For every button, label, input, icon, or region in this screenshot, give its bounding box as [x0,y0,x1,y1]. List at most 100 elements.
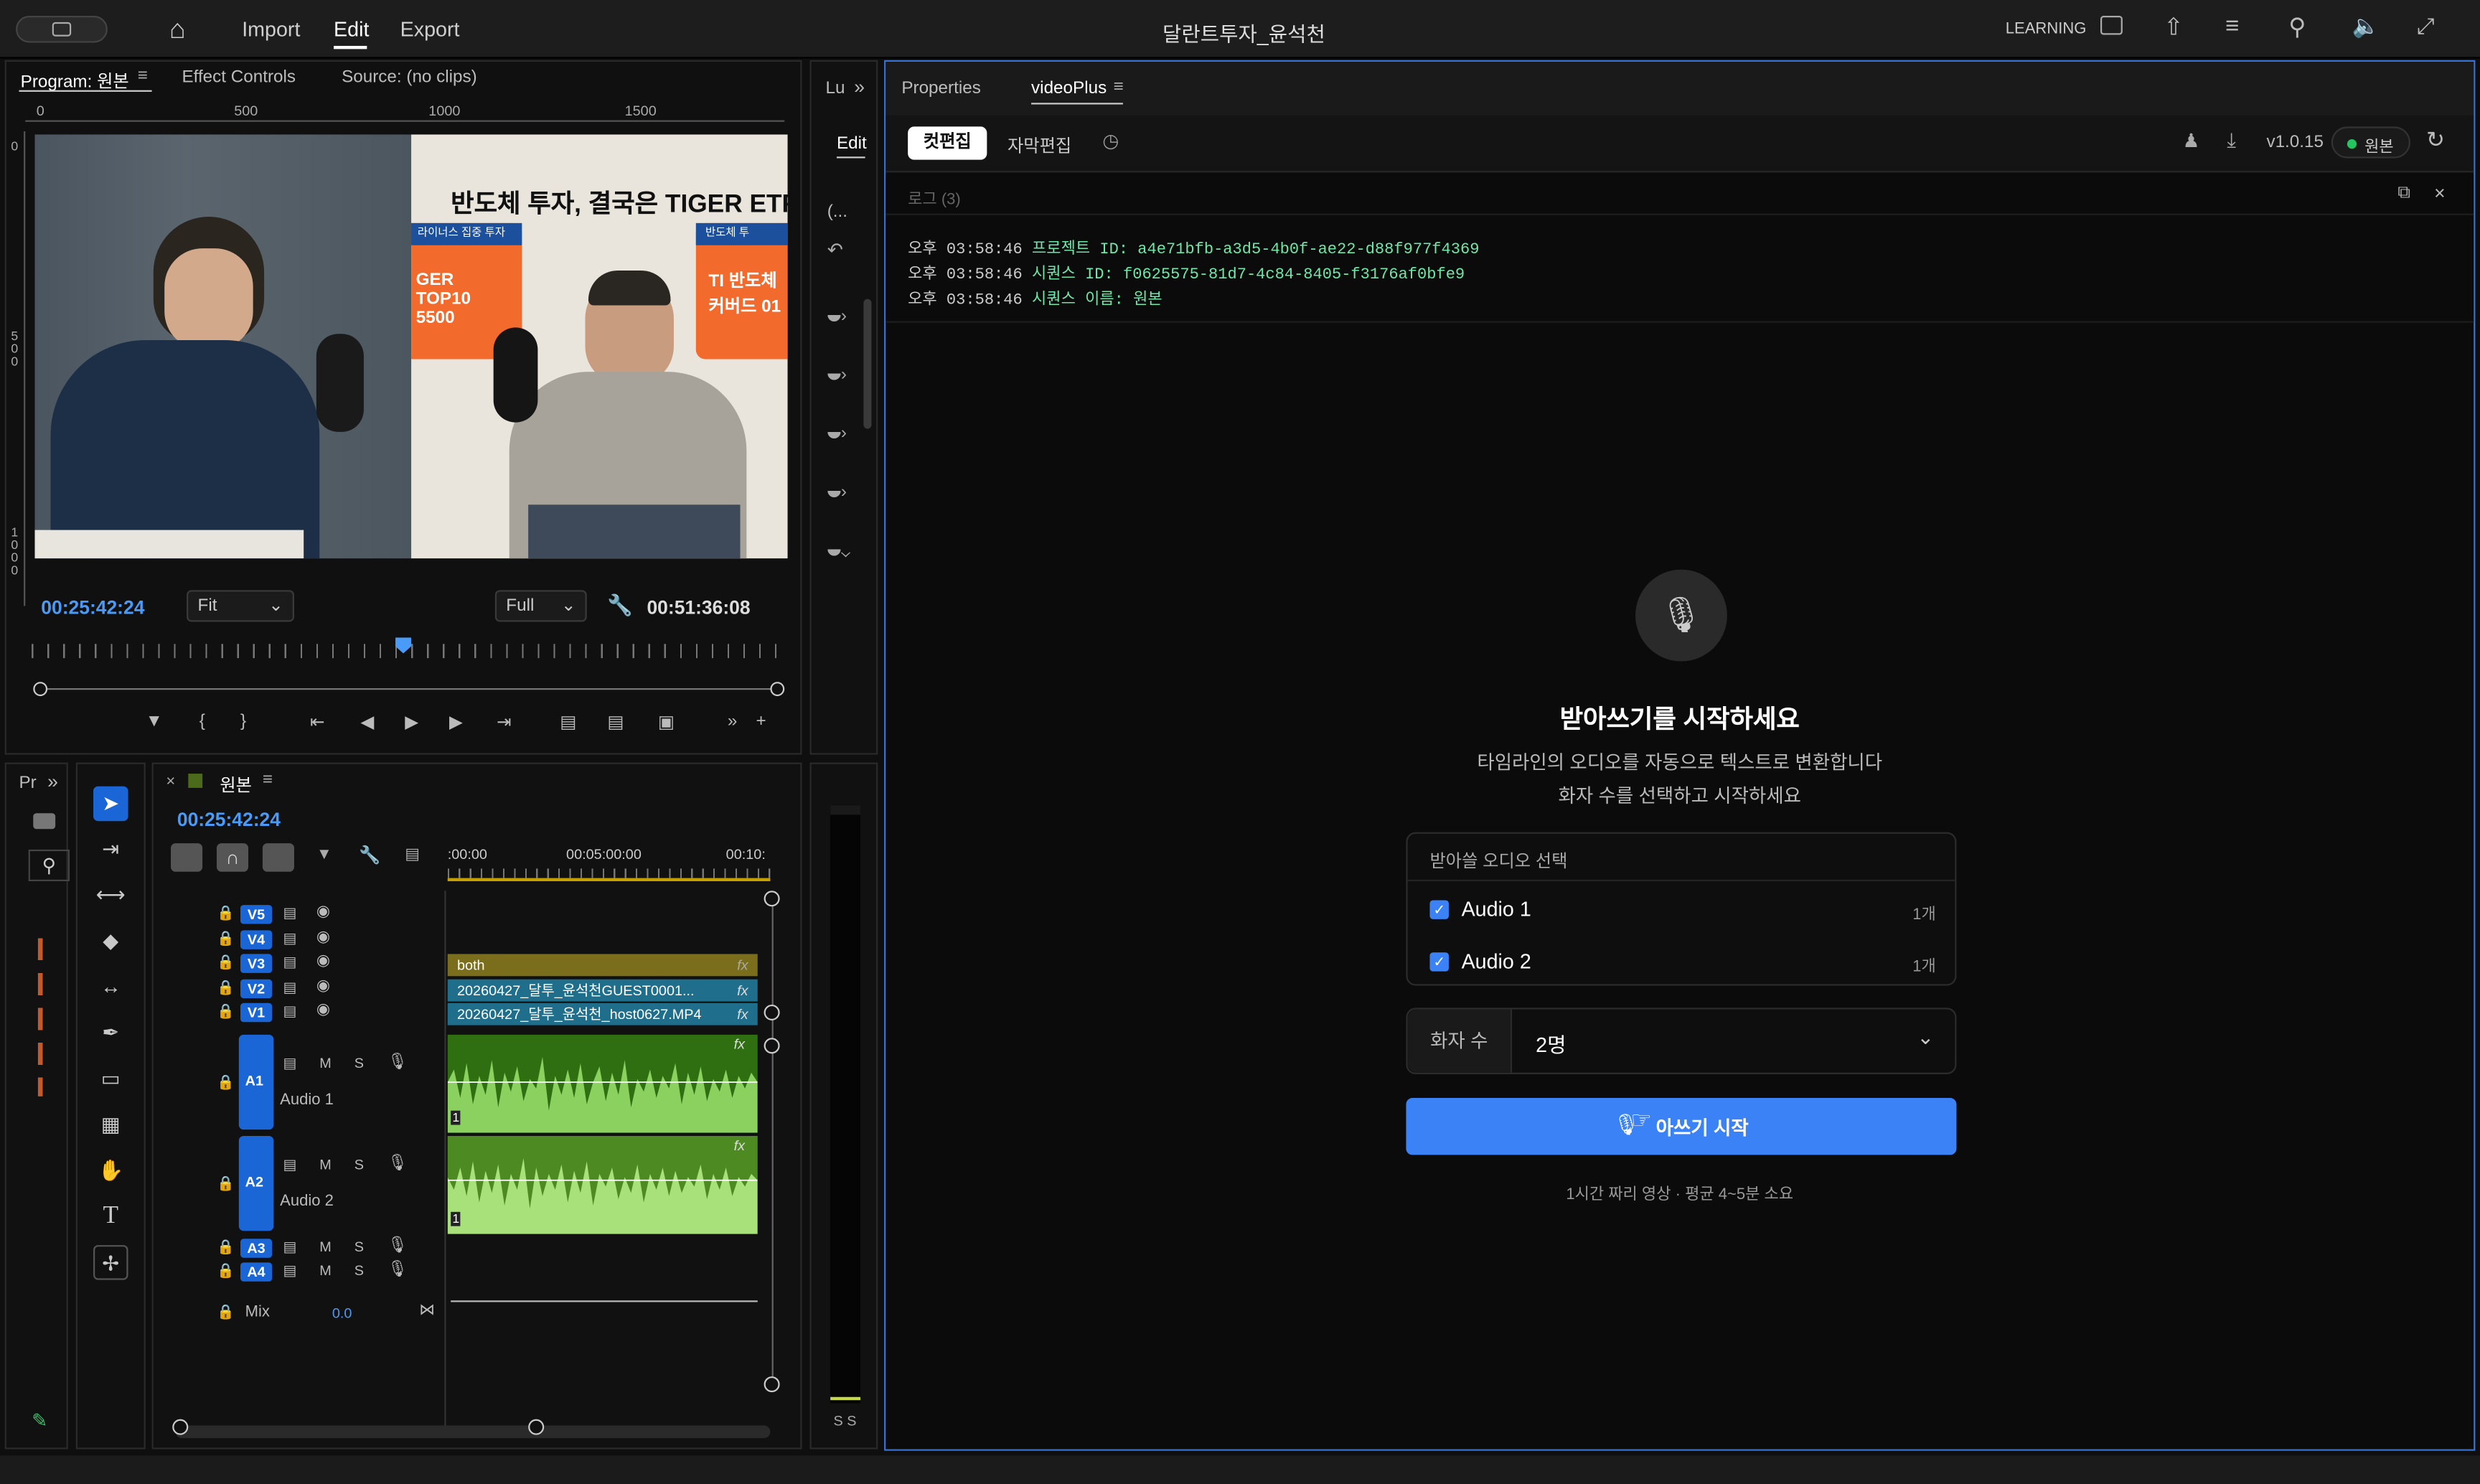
eye-icon[interactable]: ◉ [316,1002,330,1019]
more-icon[interactable]: » [728,712,737,731]
nest-icon[interactable] [171,843,203,872]
mic-icon[interactable]: 🎙 [388,1237,408,1254]
caption-icon[interactable]: ✢ [93,1245,128,1280]
list-icon[interactable]: ≡ [2225,13,2239,39]
volume-icon[interactable]: 🔈 [2352,13,2379,39]
film-icon[interactable]: ▤ [283,954,297,971]
marker-icon[interactable]: ▼ [146,712,163,731]
start-transcription-button[interactable]: 🎙 ☞ 아쓰기 시작 [1406,1098,1957,1155]
tab-effect-controls[interactable]: Effect Controls [182,68,296,87]
solo-button[interactable]: S [354,1239,364,1254]
download-icon[interactable]: ⤓ [2227,128,2236,154]
audio-option-2[interactable]: ✓ Audio 2 1개 [1429,949,1936,978]
type-icon[interactable]: T [93,1199,128,1234]
disclosure-icon[interactable]: ⯋› [827,307,847,328]
clip-host[interactable]: 20260427_달투_윤석천_host0627.MP4 fx [447,1002,758,1025]
mute-button[interactable]: M [319,1262,332,1278]
video-track-v1[interactable]: 🔒 V1 ▤ ◉ [154,1002,448,1025]
lock-icon[interactable]: 🔒 [217,1074,235,1091]
eye-icon[interactable]: ◉ [316,903,330,921]
copy-icon[interactable]: ⧉ [2397,184,2410,205]
track-label[interactable]: V4 [240,930,273,949]
edit-tab[interactable]: Edit [837,134,867,153]
menu-icon[interactable]: ≡ [138,67,148,85]
wrench-icon[interactable]: 🔧 [359,845,380,865]
lock-icon[interactable]: 🔒 [217,1239,235,1256]
eye-icon[interactable]: ◉ [316,952,330,969]
nav-export[interactable]: Export [400,17,460,41]
go-to-out-icon[interactable]: ⇥ [497,712,511,732]
wrench-icon[interactable]: 🔧 [607,593,633,619]
mark-out-icon[interactable]: } [240,712,246,731]
checkbox[interactable]: ✓ [1429,952,1449,972]
track-label[interactable]: V1 [240,1002,273,1023]
selection-tool-icon[interactable]: ➤ [93,786,128,822]
lock-icon[interactable]: 🔒 [217,1262,235,1279]
fit-dropdown[interactable]: Fit ⌄ [187,590,294,622]
nav-import[interactable]: Import [242,17,300,41]
snap-icon[interactable]: ∩ [216,843,249,872]
camera-icon[interactable]: ▣ [658,712,675,732]
audio-track-a3[interactable]: 🔒 A3 ▤ M S 🎙 [154,1237,448,1261]
step-forward-icon[interactable]: ▶ [449,712,463,732]
close-icon[interactable]: × [166,774,175,791]
share-icon[interactable]: ⇧ [2164,13,2184,42]
video-track-v3[interactable]: 🔒 V3 ▤ ◉ [154,952,448,976]
resolution-dropdown[interactable]: Full ⌄ [494,590,587,622]
slip-icon[interactable]: ↔ [93,969,128,1005]
extract-icon[interactable]: ▤ [607,712,624,732]
expand-icon[interactable]: » [854,76,865,98]
play-icon[interactable]: ▶ [405,712,418,732]
history-icon[interactable]: ◷ [1102,130,1119,152]
audio-clip-a1[interactable]: fx 1 [447,1034,758,1133]
solo-button[interactable]: S [354,1056,364,1071]
mix-track[interactable]: 🔒 Mix 0.0 ⋈ [154,1302,448,1327]
film-icon[interactable]: ▤ [283,1157,297,1174]
mute-button[interactable]: M [319,1157,332,1173]
sequence-tab[interactable]: 원본 [220,772,252,797]
disclosure-icon[interactable]: ⯋› [827,424,847,445]
solo-button[interactable]: S [354,1262,364,1278]
mute-button[interactable]: M [319,1239,332,1254]
menu-icon[interactable]: ≡ [1114,78,1124,96]
audio-track-a4[interactable]: 🔒 A4 ▤ M S 🎙 [154,1261,448,1285]
tab-properties[interactable]: Properties [901,79,981,98]
horizontal-scrollbar[interactable] [175,1425,771,1439]
refresh-icon[interactable]: ↻ [2426,126,2445,153]
video-track-v5[interactable]: 🔒 V5 ▤ ◉ [154,903,448,927]
go-to-end-icon[interactable]: ⋈ [419,1302,435,1319]
video-track-v4[interactable]: 🔒 V4 ▤ ◉ [154,929,448,952]
audio-track-a2[interactable]: 🔒 A2 ▤ M S 🎙 Audio 2 [154,1135,448,1233]
film-icon[interactable]: ▤ [283,1056,297,1073]
disclosure-icon[interactable]: ⯋› [827,365,847,386]
lock-icon[interactable]: 🔒 [217,1003,235,1020]
fullscreen-icon[interactable]: ⤢ [2417,13,2435,39]
audio-option-1[interactable]: ✓ Audio 1 1개 [1429,897,1936,926]
lock-icon[interactable]: 🔒 [217,980,235,997]
clip-both[interactable]: both fx [447,954,758,977]
film-icon[interactable]: ▤ [283,905,297,922]
expand-icon[interactable]: » [47,771,58,793]
workspace-toggle[interactable] [16,16,108,43]
speaker-value[interactable]: 2명 [1536,1028,1566,1058]
pencil-icon[interactable]: ✎ [32,1409,47,1432]
panel-icon[interactable] [2100,16,2123,35]
mark-in-icon[interactable]: { [199,712,205,731]
razor-icon[interactable]: ◆ [93,924,128,959]
status-badge[interactable]: 원본 [2331,126,2411,159]
tab-project[interactable]: Pr [19,774,36,792]
mic-icon[interactable]: 🎙 [388,1155,408,1172]
lock-icon[interactable]: 🔒 [217,1175,235,1193]
crop-icon[interactable]: ▦ [93,1107,128,1142]
track-label[interactable]: A4 [240,1262,273,1282]
add-icon[interactable]: + [756,712,766,731]
zoom-scrollbar[interactable] [41,688,781,690]
mute-button[interactable]: M [319,1056,332,1071]
learning-label[interactable]: LEARNING [2006,21,2087,38]
track-label[interactable]: A2 [238,1135,274,1231]
tab-cut-edit[interactable]: 컷편집 [908,126,987,160]
go-to-in-icon[interactable]: ⇤ [310,712,324,732]
scrollbar[interactable] [863,299,872,429]
tab-lumetri[interactable]: Lu [826,79,845,98]
lock-icon[interactable]: 🔒 [217,905,235,922]
